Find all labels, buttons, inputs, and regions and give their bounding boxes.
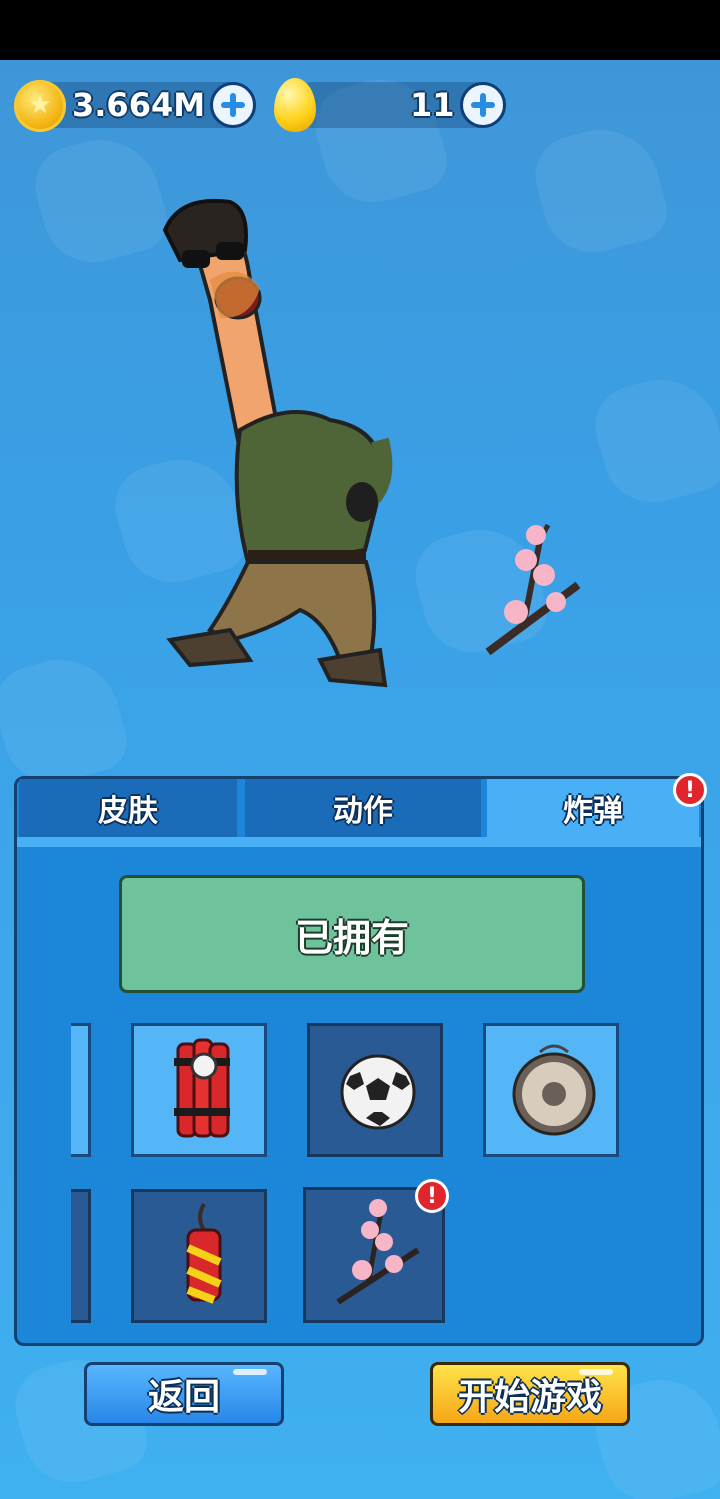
- new-item-alert-badge: !: [415, 1179, 449, 1213]
- coin-value: 3.664M: [72, 86, 206, 124]
- dynamite-icon: [174, 1038, 230, 1138]
- status-bar: [0, 0, 720, 60]
- back-button-label: 返回: [147, 1377, 220, 1418]
- back-button[interactable]: 返回: [84, 1362, 284, 1426]
- firecracker-icon: [186, 1203, 222, 1304]
- soccer-ball-icon: [340, 1054, 416, 1130]
- tab-actions[interactable]: 动作: [245, 779, 481, 837]
- character-preview: [162, 198, 393, 688]
- egg-value: 11: [410, 86, 455, 124]
- item-partial-left-top[interactable]: [71, 1023, 91, 1157]
- item-firecracker[interactable]: [131, 1189, 267, 1323]
- game-screen: ★ 3.664M 11 皮肤 动作 炸弹 ! 已拥有 ! 返回 开始游戏: [0, 0, 720, 1499]
- add-eggs-button[interactable]: [460, 82, 506, 128]
- cherry-blossom-prop: [485, 523, 581, 656]
- item-soccer-ball[interactable]: [307, 1023, 443, 1157]
- start-game-button[interactable]: 开始游戏: [430, 1362, 630, 1426]
- tab-skins[interactable]: 皮肤: [19, 779, 237, 837]
- tab-bar: 皮肤 动作 炸弹: [17, 779, 701, 847]
- button-shine: [579, 1369, 613, 1375]
- item-gong[interactable]: [483, 1023, 619, 1157]
- inventory-panel: 皮肤 动作 炸弹 ! 已拥有 !: [14, 773, 707, 1346]
- coin-icon: ★: [14, 80, 66, 132]
- button-shine: [233, 1369, 267, 1375]
- gong-icon: [512, 1044, 596, 1136]
- bombs-tab-alert-badge: !: [673, 773, 707, 807]
- tab-bombs[interactable]: 炸弹: [487, 779, 699, 837]
- item-dynamite[interactable]: [131, 1023, 267, 1157]
- item-partial-left-bottom[interactable]: [71, 1189, 91, 1323]
- start-game-label: 开始游戏: [457, 1377, 602, 1418]
- owned-status-button[interactable]: 已拥有: [119, 875, 585, 993]
- tab-underline: [17, 837, 701, 847]
- add-coins-button[interactable]: [210, 82, 256, 128]
